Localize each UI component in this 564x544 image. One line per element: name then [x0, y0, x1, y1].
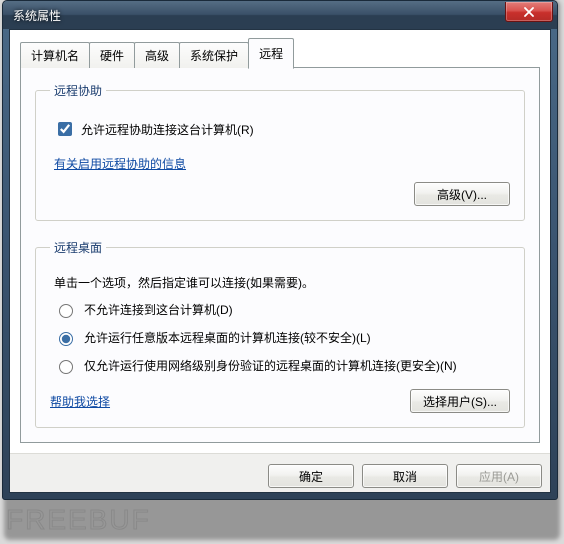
cancel-button[interactable]: 取消	[362, 464, 448, 488]
tab-label: 高级	[145, 49, 169, 63]
rd-option-label[interactable]: 不允许连接到这台计算机(D)	[84, 301, 233, 319]
rd-option-nla-only[interactable]	[59, 360, 73, 374]
group-legend: 远程桌面	[50, 239, 106, 256]
rd-option-label[interactable]: 允许运行任意版本远程桌面的计算机连接(较不安全)(L)	[84, 329, 371, 347]
tab-label: 硬件	[100, 49, 124, 63]
rd-option-disallow[interactable]	[59, 304, 73, 318]
tab-advanced[interactable]: 高级	[134, 42, 180, 68]
tab-hardware[interactable]: 硬件	[89, 42, 135, 68]
close-icon	[523, 7, 535, 17]
client-area: 计算机名 硬件 高级 系统保护 远程 远程协助 允许远程协助连接这台计算机(R)…	[9, 29, 551, 493]
tab-panel-remote: 远程协助 允许远程协助连接这台计算机(R) 有关启用远程协助的信息 高级(V).…	[20, 67, 540, 443]
tab-label: 系统保护	[190, 49, 238, 63]
remote-assist-info-link[interactable]: 有关启用远程协助的信息	[54, 157, 186, 171]
apply-button[interactable]: 应用(A)	[456, 464, 542, 488]
titlebar[interactable]: 系统属性	[3, 1, 557, 29]
tab-system-protection[interactable]: 系统保护	[179, 42, 249, 68]
window-title: 系统属性	[13, 7, 61, 24]
remote-assist-advanced-button[interactable]: 高级(V)...	[414, 182, 510, 206]
allow-remote-assist-checkbox[interactable]	[58, 122, 72, 136]
group-remote-assist: 远程协助 允许远程协助连接这台计算机(R) 有关启用远程协助的信息 高级(V).…	[35, 82, 525, 221]
group-remote-desktop: 远程桌面 单击一个选项，然后指定谁可以连接(如果需要)。 不允许连接到这台计算机…	[35, 239, 525, 428]
rd-option-any-version[interactable]	[59, 332, 73, 346]
tab-computer-name[interactable]: 计算机名	[20, 42, 90, 68]
dialog-button-row: 确定 取消 应用(A)	[10, 453, 550, 492]
rd-option-label[interactable]: 仅允许运行使用网络级别身份验证的远程桌面的计算机连接(更安全)(N)	[84, 357, 457, 375]
help-me-choose-link[interactable]: 帮助我选择	[50, 393, 110, 410]
close-button[interactable]	[505, 2, 553, 22]
select-users-button[interactable]: 选择用户(S)...	[410, 389, 510, 413]
tab-remote[interactable]: 远程	[248, 38, 294, 69]
allow-remote-assist-label[interactable]: 允许远程协助连接这台计算机(R)	[81, 121, 254, 138]
ok-button[interactable]: 确定	[268, 464, 354, 488]
system-properties-window: 系统属性 计算机名 硬件 高级 系统保护 远程 远程协助 允许远程协助连接这台计…	[2, 0, 558, 500]
remote-desktop-description: 单击一个选项，然后指定谁可以连接(如果需要)。	[54, 274, 510, 291]
group-legend: 远程协助	[50, 82, 106, 99]
tab-label: 远程	[259, 47, 283, 61]
tab-strip: 计算机名 硬件 高级 系统保护 远程	[20, 38, 540, 68]
tab-label: 计算机名	[31, 49, 79, 63]
